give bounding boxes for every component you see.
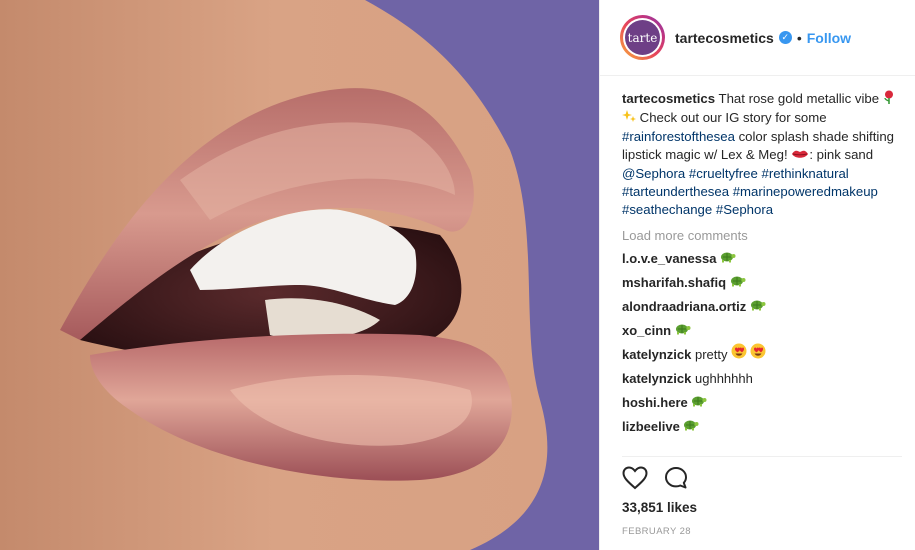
comment-username[interactable]: l.o.v.e_vanessa (622, 251, 716, 266)
turtle-emoji-icon (691, 391, 707, 415)
post-image[interactable] (0, 0, 599, 550)
comment-username[interactable]: xo_cinn (622, 323, 671, 338)
hashtag-link[interactable]: #rainforestofthesea (622, 129, 735, 144)
turtle-emoji-icon (730, 271, 746, 295)
verified-badge-icon: ✓ (778, 31, 792, 44)
follow-button[interactable]: Follow (807, 30, 851, 46)
turtle-emoji-icon (675, 319, 691, 343)
comment-text: pretty (695, 346, 728, 362)
comment-row: alondraadriana.ortiz (622, 295, 904, 319)
comment-username[interactable]: katelynzick (622, 347, 691, 362)
hashtag-link[interactable]: #Sephora (716, 202, 773, 217)
comments-list: tartecosmetics That rose gold metallic v… (622, 90, 904, 439)
separator-dot: • (796, 29, 802, 46)
heart-eyes-emoji-icon (731, 343, 767, 367)
lips-photo (0, 0, 599, 550)
caption-text: : pink sand (809, 147, 874, 163)
post-caption: tartecosmetics That rose gold metallic v… (622, 90, 904, 219)
comment-bubble-icon (665, 467, 687, 489)
caption-text: Check out our IG story for some (639, 110, 827, 126)
hashtag-link[interactable]: #rethinknatural (762, 166, 849, 181)
post-author-username[interactable]: tartecosmetics (675, 30, 774, 46)
post-actions (622, 466, 688, 495)
comment-row: hoshi.here (622, 391, 904, 415)
hashtag-link[interactable]: #tarteunderthesea (622, 184, 729, 199)
hashtag-link[interactable]: #marinepoweredmakeup (733, 184, 878, 199)
caption-username[interactable]: tartecosmetics (622, 91, 715, 106)
turtle-emoji-icon (720, 247, 736, 271)
turtle-emoji-icon (683, 415, 699, 439)
comment-button[interactable] (664, 466, 688, 495)
comment-row: lizbeelive (622, 415, 904, 439)
avatar-logo: tarte (625, 20, 660, 55)
comment-row: katelynzick ughhhhhh (622, 367, 904, 391)
comment-row: msharifah.shafiq (622, 271, 904, 295)
comment-row: xo_cinn (622, 319, 904, 343)
lips-emoji-icon (791, 147, 809, 165)
comment-row: l.o.v.e_vanessa (622, 247, 904, 271)
divider (622, 456, 902, 457)
hashtag-link[interactable]: #crueltyfree (689, 166, 758, 181)
rose-emoji-icon (883, 90, 895, 109)
turtle-emoji-icon (750, 295, 766, 319)
avatar[interactable]: tarte (620, 15, 665, 60)
comment-username[interactable]: lizbeelive (622, 419, 680, 434)
heart-icon (622, 466, 648, 490)
comment-row: katelynzick pretty (622, 343, 904, 367)
comment-text: ughhhhhh (695, 370, 753, 386)
load-more-comments-link[interactable]: Load more comments (622, 228, 904, 243)
comment-username[interactable]: katelynzick (622, 371, 691, 386)
post-sidebar: tarte tartecosmetics ✓ • Follow tartecos… (599, 0, 915, 550)
post-header: tarte tartecosmetics ✓ • Follow (600, 0, 915, 76)
caption-text: That rose gold metallic vibe (718, 91, 880, 106)
likes-count[interactable]: 33,851 likes (622, 500, 697, 515)
post-date[interactable]: FEBRUARY 28 (622, 526, 691, 537)
comment-username[interactable]: hoshi.here (622, 395, 688, 410)
sparkles-emoji-icon (622, 109, 636, 128)
comment-username[interactable]: alondraadriana.ortiz (622, 299, 746, 314)
hashtag-link[interactable]: #seathechange (622, 202, 712, 217)
mention-link[interactable]: @Sephora (622, 166, 685, 181)
like-button[interactable] (622, 466, 648, 495)
comment-username[interactable]: msharifah.shafiq (622, 275, 726, 290)
